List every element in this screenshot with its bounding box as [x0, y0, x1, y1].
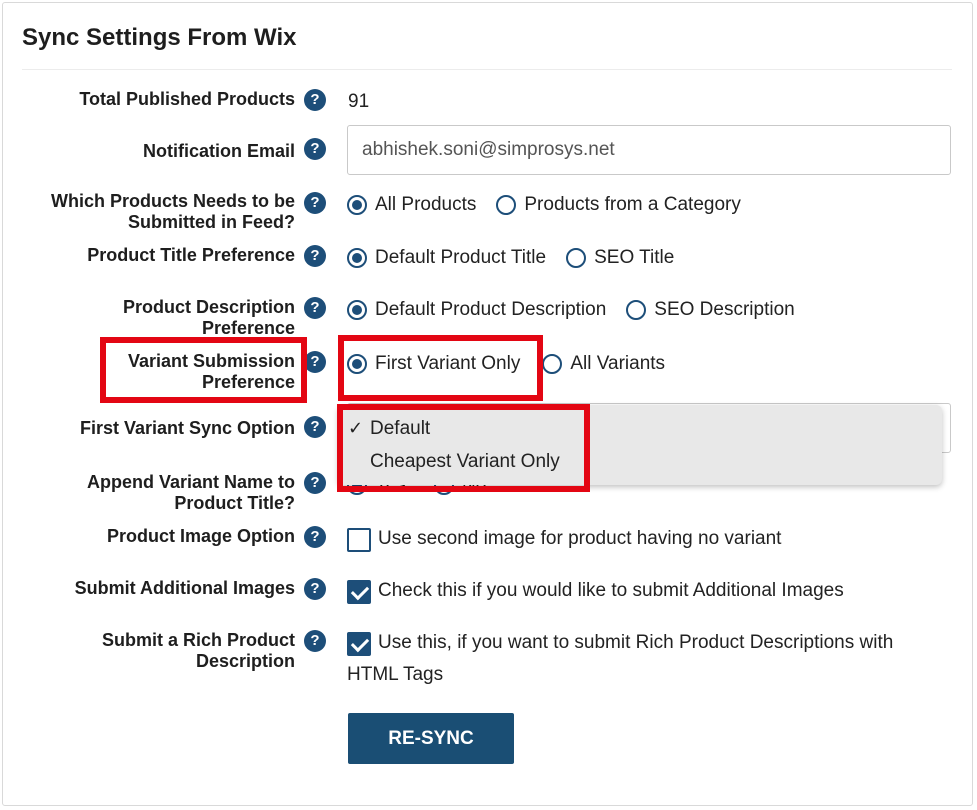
radio-label: SEO Description [654, 299, 795, 320]
help-icon[interactable]: ? [304, 192, 326, 214]
radio-all-variants[interactable]: All Variants [542, 353, 665, 375]
radio-label: Products from a Category [524, 194, 741, 215]
rich-desc-check-label-line1: Use this, if you want to submit Rich Pro… [378, 632, 894, 653]
radio-circle [542, 354, 563, 374]
radio-circle [347, 195, 367, 215]
highlight-dropdown-options [337, 404, 590, 492]
total-products-label: Total Published Products [79, 89, 295, 109]
append-variant-label-line2: Product Title? [174, 493, 295, 513]
rich-desc-check-row: Use this, if you want to submit Rich Pro… [347, 627, 893, 659]
products-in-feed-label-line1: Which Products Needs to be [50, 191, 295, 211]
radio-label: Default Product Description [375, 299, 607, 320]
desc-pref-radio-group: Default Product Description SEO Descript… [347, 299, 815, 321]
rich-desc-label-line2: Description [195, 651, 295, 671]
radio-circle [496, 195, 517, 215]
radio-label: All Variants [570, 353, 666, 374]
help-icon[interactable]: ? [304, 245, 326, 267]
rich-desc-checkbox[interactable] [347, 632, 371, 656]
notification-email-field[interactable] [347, 125, 951, 175]
help-icon[interactable]: ? [304, 416, 326, 438]
radio-label: Default Product Title [375, 247, 547, 268]
image-option-checkbox[interactable] [347, 528, 371, 552]
radio-circle [347, 300, 367, 320]
image-option-label: Product Image Option [106, 526, 295, 546]
products-in-feed-label-line2: Submitted in Feed? [127, 212, 295, 232]
radio-label: SEO Title [594, 247, 675, 268]
rich-desc-check-label-line2: HTML Tags [347, 664, 444, 685]
help-icon[interactable]: ? [304, 351, 326, 373]
image-option-check-label: Use second image for product having no v… [378, 528, 782, 549]
desc-pref-label-line2: Preference [201, 318, 295, 338]
page-title: Sync Settings From Wix [22, 24, 297, 51]
products-in-feed-radio-group: All Products Products from a Category [347, 194, 761, 216]
radio-all-products[interactable]: All Products [347, 194, 476, 216]
notification-email-label: Notification Email [142, 141, 295, 161]
desc-pref-label-line1: Product Description [122, 297, 295, 317]
radio-products-from-category[interactable]: Products from a Category [496, 194, 741, 216]
radio-circle [566, 248, 587, 268]
help-icon[interactable]: ? [304, 526, 326, 548]
radio-label: All Products [375, 194, 477, 215]
additional-images-label: Submit Additional Images [74, 578, 295, 598]
title-pref-radio-group: Default Product Title SEO Title [347, 247, 694, 269]
rich-desc-label: Submit a Rich Product Description [5, 630, 295, 672]
radio-default-product-description[interactable]: Default Product Description [347, 299, 606, 321]
help-icon[interactable]: ? [304, 297, 326, 319]
append-variant-label: Append Variant Name to Product Title? [5, 472, 295, 514]
radio-circle [626, 300, 647, 320]
help-icon[interactable]: ? [304, 630, 326, 652]
append-variant-label-line1: Append Variant Name to [86, 472, 295, 492]
image-option-check-row: Use second image for product having no v… [347, 523, 781, 555]
additional-images-check-label: Check this if you would like to submit A… [378, 580, 844, 601]
radio-seo-description[interactable]: SEO Description [626, 299, 795, 321]
first-variant-sync-label: First Variant Sync Option [79, 418, 295, 438]
radio-circle [347, 248, 367, 268]
total-products-value: 91 [348, 91, 370, 112]
radio-seo-title[interactable]: SEO Title [566, 247, 674, 269]
help-icon[interactable]: ? [304, 89, 326, 111]
title-divider [22, 69, 952, 70]
additional-images-check-row: Check this if you would like to submit A… [347, 575, 844, 607]
highlight-variant-pref-label [100, 337, 307, 403]
additional-images-checkbox[interactable] [347, 580, 371, 604]
highlight-first-variant-radio [338, 335, 543, 401]
radio-default-product-title[interactable]: Default Product Title [347, 247, 546, 269]
help-icon[interactable]: ? [304, 578, 326, 600]
title-pref-label: Product Title Preference [87, 245, 295, 265]
rich-desc-label-line1: Submit a Rich Product [101, 630, 295, 650]
products-in-feed-label: Which Products Needs to be Submitted in … [5, 191, 295, 233]
help-icon[interactable]: ? [304, 138, 326, 160]
resync-button[interactable]: RE-SYNC [348, 713, 514, 764]
help-icon[interactable]: ? [304, 472, 326, 494]
desc-pref-label: Product Description Preference [5, 297, 295, 339]
